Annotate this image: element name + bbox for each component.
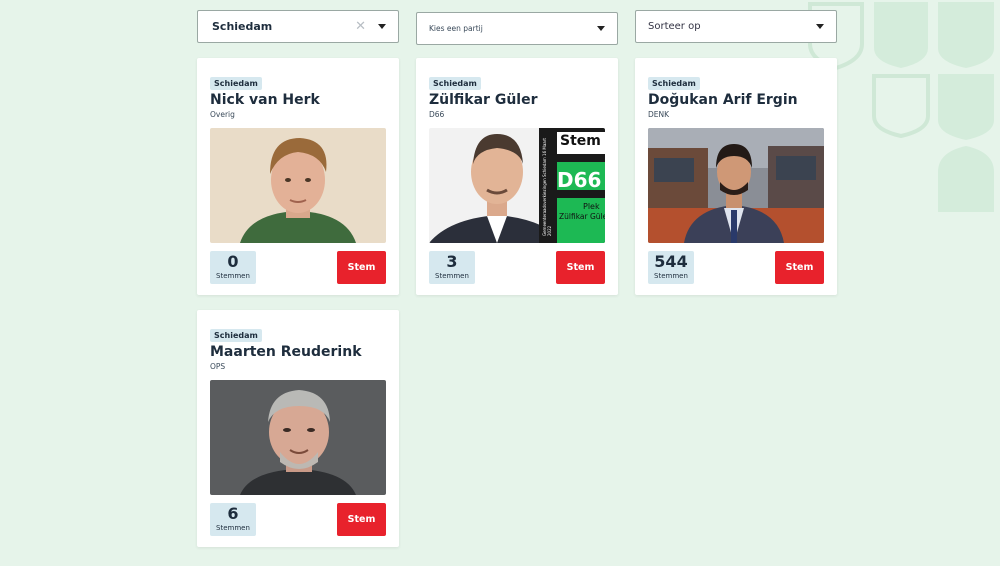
candidate-card: Schiedam Doğukan Arif Ergin DENK 544 Ste… — [635, 58, 837, 295]
city-select-value: Schiedam — [212, 20, 273, 33]
vote-count-number: 0 — [227, 252, 239, 271]
vote-count-number: 6 — [227, 504, 239, 523]
vote-count: 0 Stemmen — [210, 251, 256, 284]
city-badge: Schiedam — [210, 329, 262, 342]
chevron-down-icon[interactable] — [597, 26, 605, 31]
candidate-card: Schiedam Zülfikar Güler D66 Stem D66 Gem… — [416, 58, 618, 295]
sort-select[interactable]: Sorteer op — [635, 10, 837, 43]
city-badge: Schiedam — [210, 77, 262, 90]
vote-count: 544 Stemmen — [648, 251, 694, 284]
vote-count: 3 Stemmen — [429, 251, 475, 284]
city-badge: Schiedam — [648, 77, 700, 90]
candidate-party: Overig — [210, 110, 235, 119]
poster-person-text: Zülfikar Güle — [559, 212, 605, 221]
candidate-photo — [648, 128, 824, 243]
candidate-photo — [210, 128, 386, 243]
vote-count-label: Stemmen — [216, 272, 250, 280]
vote-count-label: Stemmen — [216, 524, 250, 532]
party-select[interactable]: Kies een partij — [416, 12, 618, 45]
candidate-party: DENK — [648, 110, 670, 119]
vote-count-label: Stemmen — [654, 272, 688, 280]
candidate-photo: Stem D66 Gemeenteraadsverkiezingen Schie… — [429, 128, 605, 243]
candidate-party: OPS — [210, 362, 226, 371]
vote-button[interactable]: Stem — [337, 251, 386, 284]
poster-party-text: D66 — [557, 168, 602, 192]
candidate-name: Nick van Herk — [210, 92, 320, 108]
poster-side-text: Gemeenteraadsverkiezingen Schiedam 16 Ma… — [542, 138, 552, 236]
candidate-party: D66 — [429, 110, 445, 119]
city-select[interactable]: Schiedam ✕ — [197, 10, 399, 43]
candidate-name: Doğukan Arif Ergin — [648, 92, 798, 108]
vote-button[interactable]: Stem — [556, 251, 605, 284]
chevron-down-icon[interactable] — [816, 24, 824, 29]
vote-count-number: 544 — [654, 252, 688, 271]
poster-plek-text: Plek — [583, 202, 600, 211]
candidate-card: Schiedam Nick van Herk Overig 0 Stemmen … — [197, 58, 399, 295]
vote-button[interactable]: Stem — [337, 503, 386, 536]
candidate-photo — [210, 380, 386, 495]
party-select-placeholder: Kies een partij — [429, 24, 483, 33]
candidate-card: Schiedam Maarten Reuderink OPS 6 Stemmen… — [197, 310, 399, 547]
vote-count: 6 Stemmen — [210, 503, 256, 536]
poster-stem-text: Stem — [560, 133, 601, 149]
vote-button[interactable]: Stem — [775, 251, 824, 284]
vote-count-number: 3 — [446, 252, 458, 271]
chevron-down-icon[interactable] — [378, 24, 386, 29]
clear-icon[interactable]: ✕ — [355, 19, 366, 34]
vote-count-label: Stemmen — [435, 272, 469, 280]
candidate-name: Maarten Reuderink — [210, 344, 362, 360]
sort-select-placeholder: Sorteer op — [648, 21, 701, 32]
city-badge: Schiedam — [429, 77, 481, 90]
candidate-name: Zülfikar Güler — [429, 92, 538, 108]
